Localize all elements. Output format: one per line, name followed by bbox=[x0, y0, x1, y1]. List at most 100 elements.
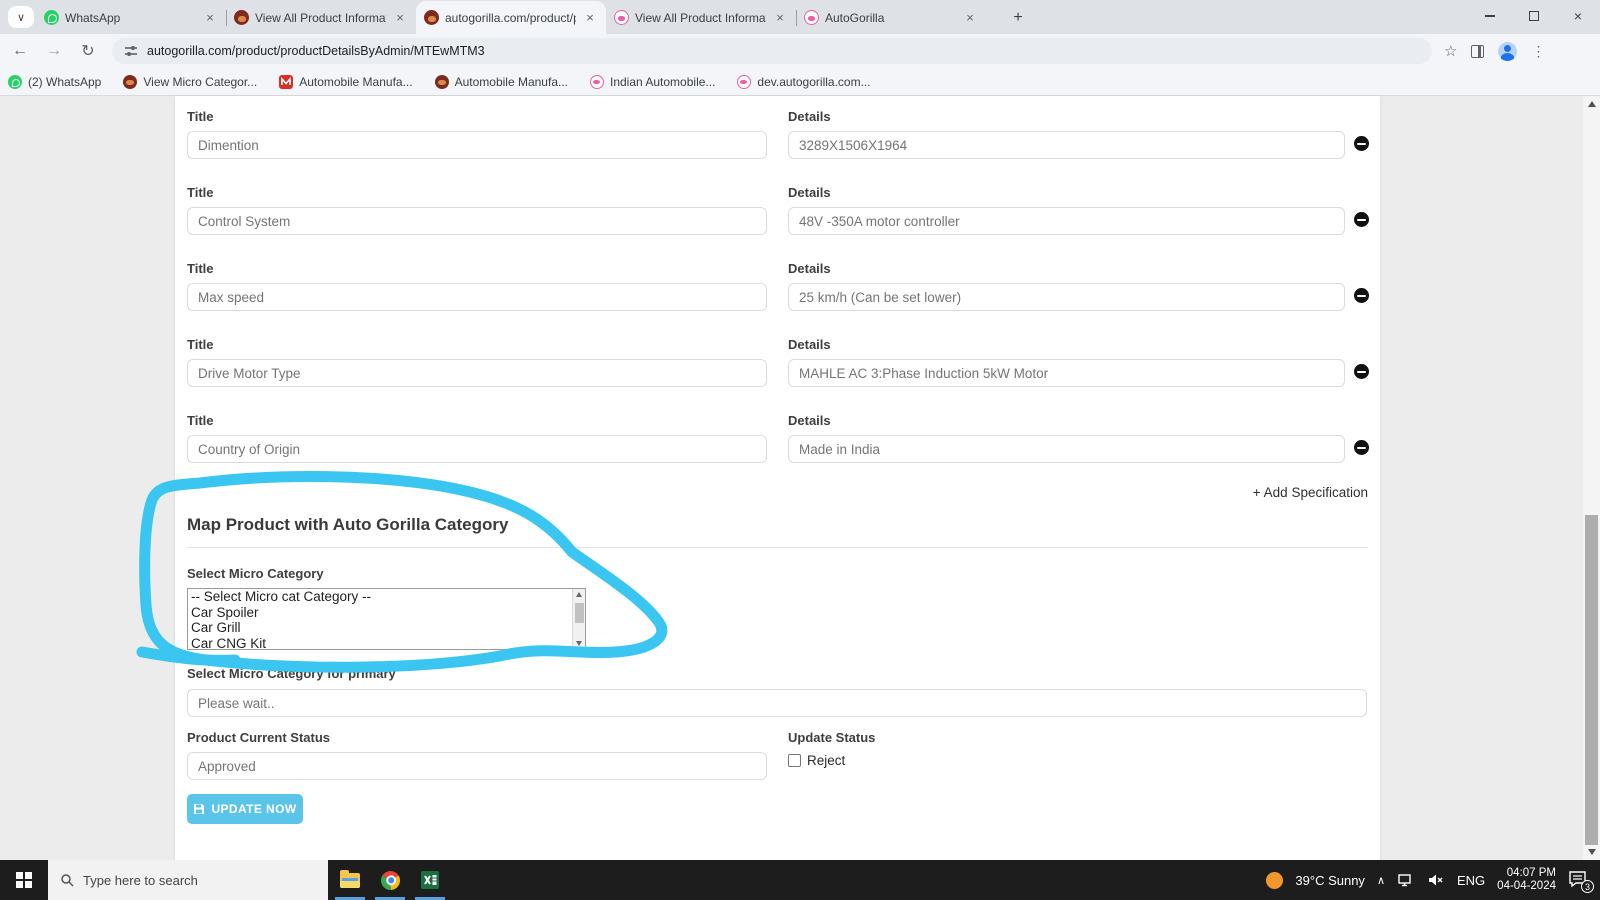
reject-label: Reject bbox=[807, 753, 846, 768]
new-tab-button[interactable]: + bbox=[1006, 6, 1030, 30]
spec-title-input[interactable] bbox=[187, 131, 767, 159]
scroll-up-icon[interactable] bbox=[1587, 101, 1596, 107]
weather-sun-icon[interactable] bbox=[1266, 871, 1284, 889]
notification-center[interactable]: 3 bbox=[1568, 870, 1594, 893]
browser-tabstrip: ∨ WhatsApp × View All Product Informatio… bbox=[0, 0, 1600, 34]
spec-details-input[interactable] bbox=[788, 359, 1345, 387]
details-label: Details bbox=[788, 413, 831, 428]
details-label: Details bbox=[788, 337, 831, 352]
remove-spec-icon[interactable] bbox=[1354, 136, 1369, 151]
language-indicator[interactable]: ENG bbox=[1457, 873, 1485, 888]
remove-spec-icon[interactable] bbox=[1354, 364, 1369, 379]
forward-button[interactable]: → bbox=[40, 37, 68, 65]
add-specification-link[interactable]: + Add Specification bbox=[187, 485, 1368, 500]
back-button[interactable]: ← bbox=[6, 37, 34, 65]
scroll-up-icon[interactable] bbox=[576, 592, 582, 597]
spec-details-input[interactable] bbox=[788, 131, 1345, 159]
update-now-button[interactable]: UPDATE NOW bbox=[187, 794, 303, 824]
reload-button[interactable]: ↻ bbox=[74, 37, 102, 65]
time-text: 04:07 PM bbox=[1506, 867, 1556, 879]
scroll-down-icon[interactable] bbox=[576, 641, 582, 646]
listbox-option[interactable]: Car Spoiler bbox=[188, 605, 585, 621]
bookmark-star-icon[interactable]: ☆ bbox=[1444, 42, 1457, 60]
close-icon[interactable]: × bbox=[772, 10, 788, 26]
tab-autogorilla[interactable]: AutoGorilla × bbox=[796, 1, 986, 34]
page-scrollbar[interactable] bbox=[1583, 96, 1600, 860]
close-icon[interactable]: × bbox=[202, 10, 218, 26]
listbox-scrollbar[interactable] bbox=[572, 589, 585, 649]
tab-view-all-product-info-2[interactable]: View All Product Information × bbox=[606, 1, 796, 34]
bookmark-indian-automobile[interactable]: Indian Automobile... bbox=[590, 74, 715, 89]
close-icon[interactable]: × bbox=[392, 10, 408, 26]
scrollbar-thumb[interactable] bbox=[575, 603, 584, 623]
url-text: autogorilla.com/product/productDetailsBy… bbox=[147, 44, 485, 58]
spec-title-input[interactable] bbox=[187, 207, 767, 235]
gorilla-favicon bbox=[424, 10, 439, 25]
scroll-down-icon[interactable] bbox=[1587, 849, 1596, 855]
micro-category-listbox[interactable]: -- Select Micro cat Category -- Car Spoi… bbox=[187, 588, 586, 650]
update-status-label: Update Status bbox=[788, 730, 876, 745]
bookmark-view-micro-categories[interactable]: View Micro Categor... bbox=[123, 74, 258, 89]
close-icon[interactable]: × bbox=[962, 10, 978, 26]
menu-kebab-icon[interactable]: ⋮ bbox=[1531, 43, 1545, 60]
map-section-heading: Map Product with Auto Gorilla Category bbox=[187, 515, 509, 534]
network-icon[interactable] bbox=[1397, 872, 1415, 888]
window-close-button[interactable]: × bbox=[1556, 0, 1600, 32]
details-label: Details bbox=[788, 185, 831, 200]
tab-title: autogorilla.com/product/produ bbox=[445, 10, 576, 25]
tab-title: View All Product Information bbox=[635, 10, 766, 25]
chrome-icon bbox=[377, 867, 403, 893]
spec-row-1: Title Details bbox=[187, 109, 1369, 159]
listbox-option[interactable]: Car Grill bbox=[188, 620, 585, 636]
bookmark-whatsapp[interactable]: (2) WhatsApp bbox=[8, 74, 101, 89]
spec-title-input[interactable] bbox=[187, 283, 767, 311]
spec-details-input[interactable] bbox=[788, 283, 1345, 311]
site-settings-icon[interactable] bbox=[124, 44, 138, 58]
listbox-option[interactable]: -- Select Micro cat Category -- bbox=[188, 589, 585, 605]
gorilla-pink-icon bbox=[737, 74, 752, 89]
volume-muted-icon[interactable] bbox=[1427, 872, 1445, 888]
spec-title-input[interactable] bbox=[187, 359, 767, 387]
bookmark-automobile-manufacturers-1[interactable]: Automobile Manufa... bbox=[279, 74, 413, 89]
taskbar-excel[interactable] bbox=[410, 860, 450, 900]
primary-micro-category-input[interactable] bbox=[187, 689, 1367, 717]
side-panel-icon[interactable] bbox=[1471, 44, 1485, 58]
whatsapp-favicon bbox=[44, 10, 59, 25]
scrollbar-thumb[interactable] bbox=[1585, 515, 1598, 845]
spec-title-input[interactable] bbox=[187, 435, 767, 463]
taskbar-search[interactable]: Type here to search bbox=[48, 860, 328, 900]
window-maximize-button[interactable] bbox=[1512, 0, 1556, 32]
section-divider bbox=[187, 547, 1368, 548]
title-label: Title bbox=[187, 261, 214, 276]
spec-details-input[interactable] bbox=[788, 435, 1345, 463]
bookmark-label: View Micro Categor... bbox=[143, 74, 258, 89]
start-button[interactable] bbox=[0, 860, 48, 900]
remove-spec-icon[interactable] bbox=[1354, 288, 1369, 303]
tab-search-caret-icon[interactable]: ∨ bbox=[8, 6, 34, 28]
window-minimize-button[interactable] bbox=[1468, 0, 1512, 32]
remove-spec-icon[interactable] bbox=[1354, 212, 1369, 227]
product-current-status-input[interactable] bbox=[187, 752, 767, 780]
tab-autogorilla-product-active[interactable]: autogorilla.com/product/produ × bbox=[416, 1, 606, 34]
close-icon[interactable]: × bbox=[582, 10, 598, 26]
spec-row-2: Title Details bbox=[187, 185, 1369, 235]
spec-details-input[interactable] bbox=[788, 207, 1345, 235]
weather-text[interactable]: 39°C Sunny bbox=[1295, 873, 1365, 888]
reject-checkbox[interactable] bbox=[788, 754, 801, 767]
bookmark-automobile-manufacturers-2[interactable]: Automobile Manufa... bbox=[434, 74, 568, 89]
profile-avatar[interactable] bbox=[1498, 41, 1518, 61]
select-micro-category-label: Select Micro Category bbox=[187, 566, 324, 581]
tab-whatsapp[interactable]: WhatsApp × bbox=[36, 1, 226, 34]
screen: ∨ WhatsApp × View All Product Informatio… bbox=[0, 0, 1600, 900]
address-bar[interactable]: autogorilla.com/product/productDetailsBy… bbox=[112, 38, 1432, 64]
taskbar-file-explorer[interactable] bbox=[330, 860, 370, 900]
bookmark-dev-autogorilla[interactable]: dev.autogorilla.com... bbox=[737, 74, 871, 89]
spec-row-4: Title Details bbox=[187, 337, 1369, 387]
product-current-status-label: Product Current Status bbox=[187, 730, 331, 745]
remove-spec-icon[interactable] bbox=[1354, 440, 1369, 455]
clock[interactable]: 04:07 PM 04-04-2024 bbox=[1497, 867, 1556, 893]
taskbar-chrome[interactable] bbox=[370, 860, 410, 900]
tab-view-all-product-info-1[interactable]: View All Product Information × bbox=[226, 1, 416, 34]
listbox-option[interactable]: Car CNG Kit bbox=[188, 636, 585, 650]
tray-chevron-up-icon[interactable]: ∧ bbox=[1377, 874, 1385, 887]
